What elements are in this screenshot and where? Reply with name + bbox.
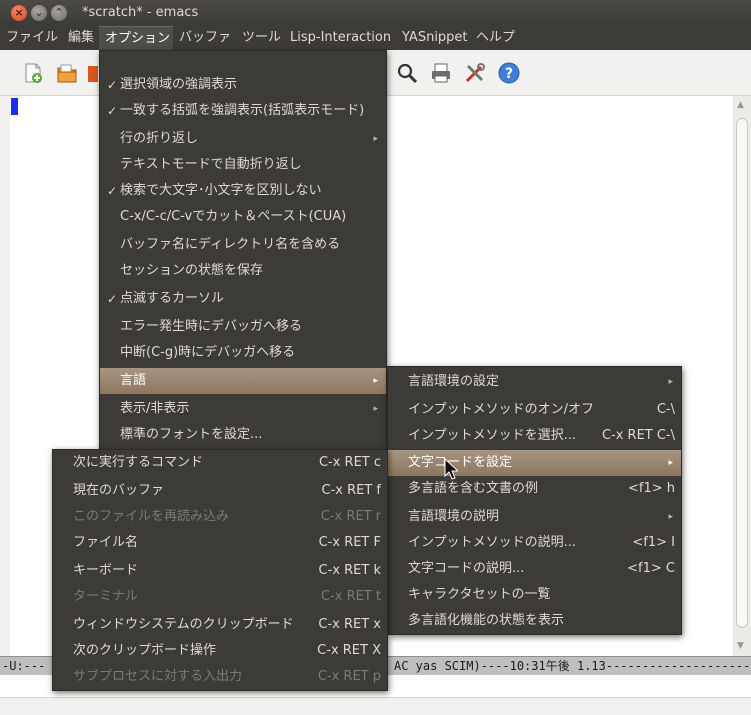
menu-item-paren-mode[interactable]: ✓ 一致する括弧を強調表示(括弧表示モード) <box>100 98 386 124</box>
menu-item-auto-fill[interactable]: テキストモードで自動折り返し <box>100 152 386 178</box>
checkmark-icon: ✓ <box>107 292 118 306</box>
submenu-arrow-icon: ▸ <box>373 404 378 414</box>
menu-item-set-coding-system[interactable]: 文字コードを設定 ▸ <box>388 450 681 476</box>
menu-item-next-selection-coding[interactable]: 次のクリップボード操作 C-x RET X <box>53 638 387 664</box>
menu-item-view-hello-file[interactable]: 多言語を含む文書の例 <f1> h <box>388 476 681 502</box>
menu-item-blink-cursor[interactable]: ✓ 点滅するカーソル <box>100 286 386 312</box>
menu-item-cua-mode[interactable]: C-x/C-c/C-vでカット＆ペースト(CUA) <box>100 204 386 230</box>
checkmark-icon: ✓ <box>107 104 118 118</box>
menu-file[interactable]: ファイル <box>0 26 64 50</box>
menu-item-keyboard-coding[interactable]: キーボード C-x RET k <box>53 558 387 584</box>
search-icon[interactable] <box>396 62 418 84</box>
menu-item-mule-diag[interactable]: 多言語化機能の状態を表示 <box>388 608 681 634</box>
menu-help[interactable]: ヘルプ <box>470 26 521 50</box>
menu-edit[interactable]: 編集 <box>62 26 100 50</box>
menu-item-uniquify[interactable]: バッファ名にディレクトリ名を含める <box>100 232 386 258</box>
menu-item-toggle-input-method[interactable]: インプットメソッドのオン/オフ C-\ <box>388 397 681 423</box>
menu-item-save-session[interactable]: セッションの状態を保存 <box>100 258 386 284</box>
vertical-scrollbar[interactable]: ▲ ▼ <box>733 96 751 656</box>
checkmark-icon: ✓ <box>107 78 118 92</box>
menu-item-set-language-environment[interactable]: 言語環境の設定 ▸ <box>388 369 681 395</box>
menu-item-describe-language-environment[interactable]: 言語環境の説明 ▸ <box>388 504 681 530</box>
mode-line-left: -U:--- <box>2 659 46 673</box>
menu-item-set-default-font[interactable]: 標準のフォントを設定... <box>100 422 386 448</box>
submenu-arrow-icon: ▸ <box>373 134 378 144</box>
coding-system-submenu: 次に実行するコマンド C-x RET c 現在のバッファ C-x RET f こ… <box>52 449 388 691</box>
menu-item-case-fold-search[interactable]: ✓ 検索で大文字･小文字を区別しない <box>100 178 386 204</box>
open-file-icon[interactable] <box>56 62 78 84</box>
menubar: ファイル 編集 オプション バッファ ツール Lisp-Interaction … <box>0 26 751 50</box>
submenu-arrow-icon: ▸ <box>373 376 378 386</box>
menu-item-list-character-sets[interactable]: キャラクタセットの一覧 <box>388 582 681 608</box>
minimize-window-button[interactable]: ⌄ <box>31 5 47 21</box>
close-window-button[interactable]: × <box>11 5 27 21</box>
new-file-icon[interactable] <box>22 62 44 84</box>
menu-tools[interactable]: ツール <box>236 26 287 50</box>
menu-item-language[interactable]: 言語 ▸ <box>100 368 386 394</box>
title-bar: × ⌄ ⌃ *scratch* - emacs <box>0 0 751 26</box>
menu-item-buffer-coding[interactable]: 現在のバッファ C-x RET f <box>53 478 387 504</box>
maximize-window-button[interactable]: ⌃ <box>51 5 67 21</box>
print-icon[interactable] <box>430 62 452 84</box>
preferences-tools-icon[interactable] <box>464 62 486 84</box>
svg-text:?: ? <box>505 66 513 82</box>
scrollbar-thumb[interactable] <box>736 118 748 628</box>
close-buffer-icon[interactable] <box>88 62 98 84</box>
menu-options[interactable]: オプション <box>99 26 173 50</box>
bottom-scroll-area <box>0 697 751 715</box>
language-submenu: 言語環境の設定 ▸ インプットメソッドのオン/オフ C-\ インプットメソッドを… <box>387 366 682 635</box>
menu-item-show-hide[interactable]: 表示/非表示 ▸ <box>100 396 386 422</box>
window-title: *scratch* - emacs <box>82 5 199 20</box>
scroll-up-arrow-icon[interactable]: ▲ <box>737 100 744 110</box>
menu-item-revert-buffer-coding: このファイルを再読み込み C-x RET r <box>73 509 381 524</box>
menu-item-next-command-coding[interactable]: 次に実行するコマンド C-x RET c <box>53 450 387 476</box>
menu-item-describe-coding-system[interactable]: 文字コードの説明... <f1> C <box>388 556 681 582</box>
menu-item-debug-on-error[interactable]: エラー発生時にデバッガへ移る <box>100 314 386 340</box>
submenu-arrow-icon: ▸ <box>668 512 673 522</box>
menu-lisp-interaction[interactable]: Lisp-Interaction <box>284 26 397 50</box>
mouse-pointer-icon <box>444 458 458 480</box>
menu-item-highlight-region[interactable]: ✓ 選択領域の強調表示 <box>100 72 386 98</box>
menu-item-debug-on-quit[interactable]: 中断(C-g)時にデバッガへ移る <box>100 340 386 366</box>
menu-yasnippet[interactable]: YASnippet <box>396 26 474 50</box>
menu-item-terminal-coding: ターミナル C-x RET t <box>73 589 381 604</box>
menu-item-selection-coding[interactable]: ウィンドウシステムのクリップボード C-x RET x <box>53 612 387 638</box>
menu-item-select-input-method[interactable]: インプットメソッドを選択... C-x RET C-\ <box>388 423 681 449</box>
submenu-arrow-icon: ▸ <box>668 458 673 468</box>
help-icon[interactable]: ? <box>498 62 520 84</box>
submenu-arrow-icon: ▸ <box>668 377 673 387</box>
checkmark-icon: ✓ <box>107 184 118 198</box>
menu-item-process-coding: サブプロセスに対する入出力 C-x RET p <box>73 669 381 684</box>
frame-fringe <box>0 96 10 656</box>
menu-item-file-name-coding[interactable]: ファイル名 C-x RET F <box>53 530 387 556</box>
menu-item-describe-input-method[interactable]: インプットメソッドの説明... <f1> I <box>388 530 681 556</box>
mode-line-right: AC yas SCIM)----10:31午後 1.13------------… <box>394 659 751 673</box>
scroll-down-arrow-icon[interactable]: ▼ <box>737 641 744 651</box>
text-cursor <box>11 98 18 115</box>
options-menu: ✓ 選択領域の強調表示 ✓ 一致する括弧を強調表示(括弧表示モード) 行の折り返… <box>99 50 387 450</box>
menu-buffers[interactable]: バッファ <box>173 26 237 50</box>
menu-item-line-wrapping[interactable]: 行の折り返し ▸ <box>100 126 386 152</box>
